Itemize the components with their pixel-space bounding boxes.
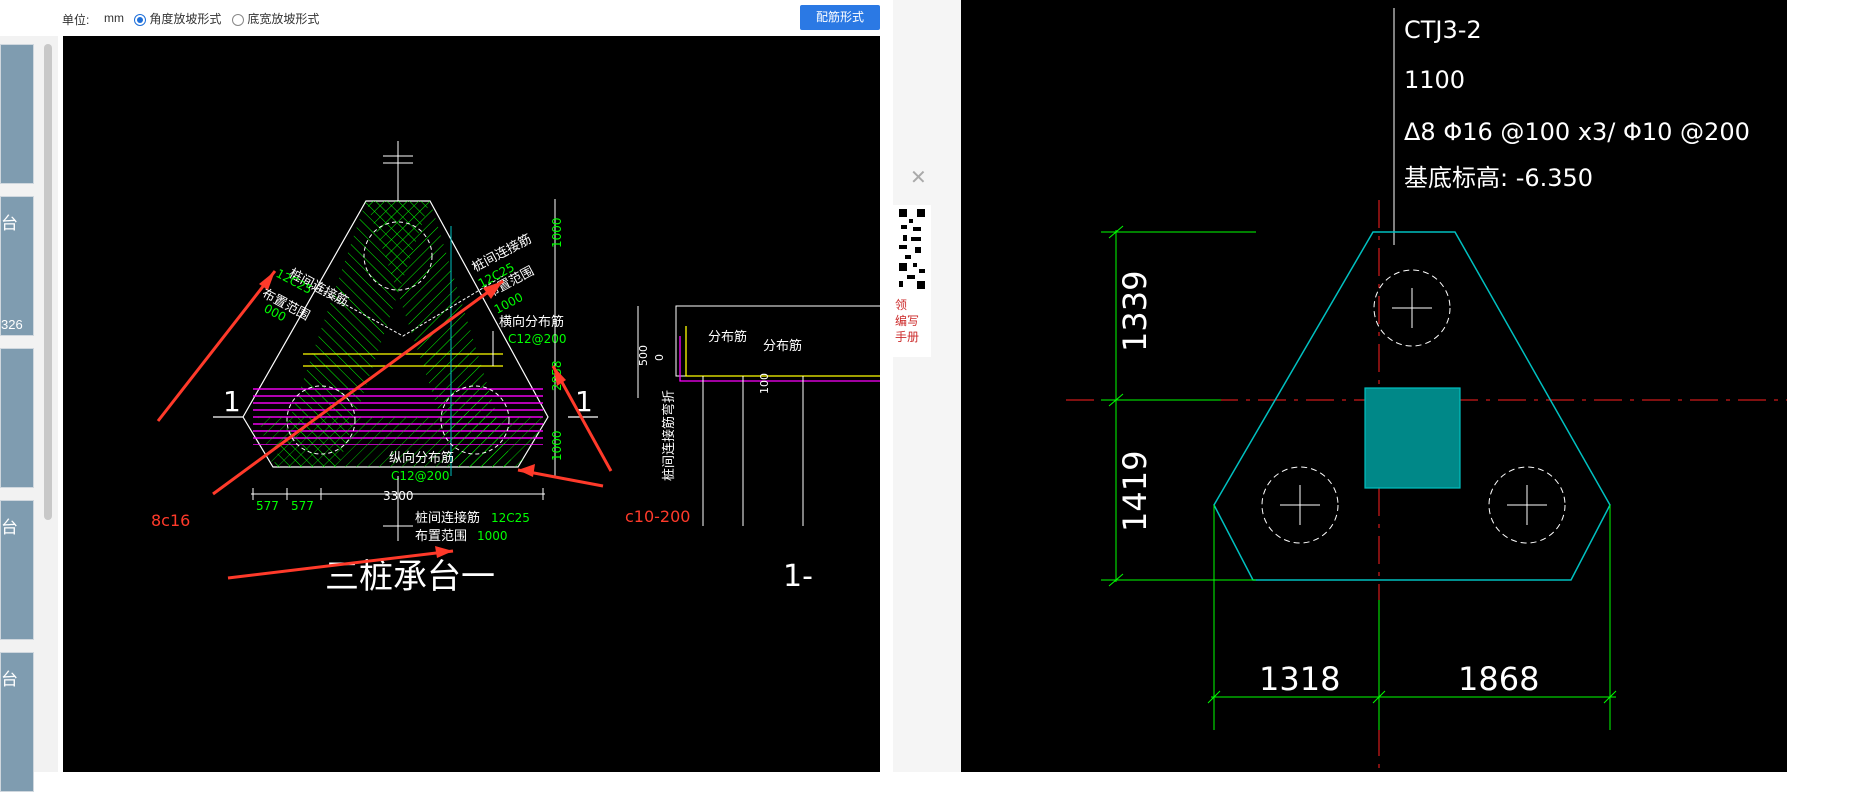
qr-side-panel[interactable]: 领 编写 手册 [893, 205, 931, 357]
qr-text-2: 编写 [895, 314, 920, 328]
dim-1868: 1868 [1458, 660, 1539, 698]
dim-1000-bottom: 1000 [550, 430, 564, 461]
thumbnail-scrollbar[interactable] [44, 44, 52, 520]
pile-cap-svg: 1 1 桩间连接筋 12C25 布置范围 000 桩间连接筋 12C25 布置范… [151, 141, 887, 597]
pile-cap-height: 1100 [1404, 66, 1465, 94]
close-icon[interactable]: ✕ [910, 165, 927, 190]
thumbnail-5[interactable]: 台 [0, 652, 34, 792]
unit-label: 单位: [62, 13, 90, 27]
pile-cap-rebar: Δ8 Φ16 @100 x3/ Φ10 @200 [1404, 118, 1750, 146]
dim-1318: 1318 [1259, 660, 1340, 698]
dim-577-a: 577 [256, 499, 279, 513]
section-mark-left: 1 [223, 385, 241, 418]
annotation-c10-200: c10-200 [625, 507, 690, 526]
qr-text-1: 领 [895, 298, 908, 312]
qr-code-icon [899, 209, 925, 291]
dim-577-b: 577 [291, 499, 314, 513]
unit-value: mm [104, 11, 124, 25]
label-long-dist: 纵向分布筋 [389, 450, 454, 466]
thumbnail-number: 326 [1, 317, 23, 332]
thumbnail-4[interactable]: 台 [0, 500, 34, 640]
radio-angle-slope[interactable]: 角度放坡形式 [134, 10, 221, 27]
section-mark-bottom-right: 1- [783, 559, 813, 594]
thumbnail-label: 台 [1, 670, 18, 689]
rebar-form-button[interactable]: 配筋形式 [800, 5, 880, 30]
cad-plan-view: CTJ3-2 1100 Δ8 Φ16 @100 x3/ Φ10 @200 基底标… [961, 0, 1787, 772]
dim-1000-top: 1000 [550, 217, 564, 248]
column-rect [1364, 387, 1461, 489]
thumbnail-3[interactable] [0, 348, 34, 488]
pile-cap-drawing: 1 1 桩间连接筋 12C25 布置范围 000 桩间连接筋 12C25 布置范… [63, 36, 887, 772]
radio-angle-label: 角度放坡形式 [149, 12, 222, 26]
radio-checked-icon[interactable] [134, 13, 146, 26]
qr-text-3: 手册 [895, 330, 920, 344]
dim-1419: 1419 [1116, 451, 1154, 532]
label-bottom-1000: 1000 [477, 529, 508, 543]
section-dim-100: 100 [758, 373, 771, 394]
annotation-8c16: 8c16 [151, 511, 190, 530]
label-bottom-12c25: 12C25 [491, 511, 530, 525]
label-c12-200-top: C12@200 [508, 332, 567, 346]
radio-width-label: 底宽放坡形式 [247, 12, 320, 26]
section-dim-500: 500 [637, 345, 650, 366]
section-label-dist-1: 分布筋 [708, 329, 747, 345]
cad-plan-svg: CTJ3-2 1100 Δ8 Φ16 @100 x3/ Φ10 @200 基底标… [1066, 8, 1787, 772]
thumbnail-label: 台 [1, 518, 18, 537]
section-label-dist-2: 分布筋 [763, 338, 802, 354]
label-bottom-range: 布置范围 [415, 529, 467, 544]
radio-width-slope[interactable]: 底宽放坡形式 [232, 10, 319, 27]
pile-cap-base-elevation: 基底标高: -6.350 [1404, 164, 1593, 192]
thumbnail-1[interactable] [0, 44, 34, 184]
radio-unchecked-icon[interactable] [232, 13, 244, 26]
dim-1339: 1339 [1116, 271, 1154, 352]
section-dim-0: 0 [653, 354, 666, 361]
gutter [893, 0, 961, 772]
section-vertical-label: 桩间连接筋弯折 [661, 390, 677, 481]
label-bottom-conn: 桩间连接筋 [415, 510, 480, 526]
thumbnail-2[interactable]: 台 326 [0, 196, 34, 336]
label-c12-200-bottom: C12@200 [391, 469, 450, 483]
right-margin [1787, 0, 1861, 772]
pile-cap-name: CTJ3-2 [1404, 16, 1482, 44]
toolbar: 单位: mm 角度放坡形式 底宽放坡形式 [0, 0, 893, 36]
label-horiz-dist: 横向分布筋 [499, 314, 564, 330]
thumbnail-label: 台 [1, 214, 18, 233]
